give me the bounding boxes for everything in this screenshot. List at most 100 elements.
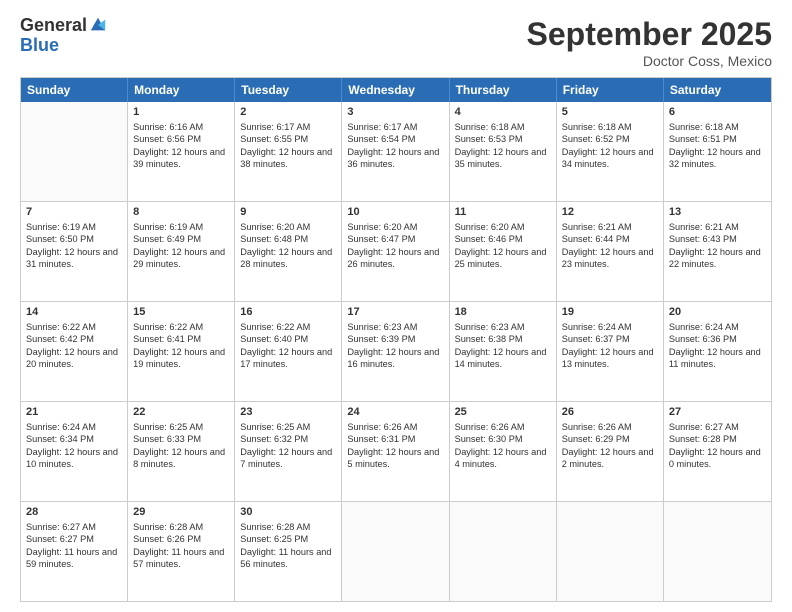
calendar-week-row: 7Sunrise: 6:19 AMSunset: 6:50 PMDaylight… bbox=[21, 202, 771, 302]
sunset-text: Sunset: 6:51 PM bbox=[669, 134, 737, 144]
sunrise-text: Sunrise: 6:23 AM bbox=[455, 322, 525, 332]
logo-blue: Blue bbox=[20, 36, 107, 56]
day-number: 26 bbox=[562, 405, 658, 420]
calendar-day-cell: 5Sunrise: 6:18 AMSunset: 6:52 PMDaylight… bbox=[557, 102, 664, 201]
sunrise-text: Sunrise: 6:17 AM bbox=[347, 122, 417, 132]
daylight-text: Daylight: 12 hours and 14 minutes. bbox=[455, 347, 547, 369]
calendar-week-row: 28Sunrise: 6:27 AMSunset: 6:27 PMDayligh… bbox=[21, 502, 771, 601]
day-number: 21 bbox=[26, 405, 122, 420]
daylight-text: Daylight: 12 hours and 32 minutes. bbox=[669, 147, 761, 169]
sunrise-text: Sunrise: 6:16 AM bbox=[133, 122, 203, 132]
sunrise-text: Sunrise: 6:23 AM bbox=[347, 322, 417, 332]
calendar-day-cell: 20Sunrise: 6:24 AMSunset: 6:36 PMDayligh… bbox=[664, 302, 771, 401]
sunset-text: Sunset: 6:52 PM bbox=[562, 134, 630, 144]
day-number: 29 bbox=[133, 505, 229, 520]
sunrise-text: Sunrise: 6:26 AM bbox=[562, 422, 632, 432]
sunrise-text: Sunrise: 6:22 AM bbox=[240, 322, 310, 332]
calendar-day-cell: 12Sunrise: 6:21 AMSunset: 6:44 PMDayligh… bbox=[557, 202, 664, 301]
daylight-text: Daylight: 12 hours and 5 minutes. bbox=[347, 447, 439, 469]
subtitle: Doctor Coss, Mexico bbox=[527, 53, 772, 69]
calendar-header: SundayMondayTuesdayWednesdayThursdayFrid… bbox=[21, 78, 771, 102]
daylight-text: Daylight: 12 hours and 36 minutes. bbox=[347, 147, 439, 169]
month-title: September 2025 bbox=[527, 16, 772, 53]
daylight-text: Daylight: 12 hours and 29 minutes. bbox=[133, 247, 225, 269]
page: General Blue September 2025 Doctor Coss,… bbox=[0, 0, 792, 612]
calendar-day-header: Sunday bbox=[21, 78, 128, 102]
day-number: 6 bbox=[669, 105, 766, 120]
calendar-day-cell: 1Sunrise: 6:16 AMSunset: 6:56 PMDaylight… bbox=[128, 102, 235, 201]
calendar-day-cell: 22Sunrise: 6:25 AMSunset: 6:33 PMDayligh… bbox=[128, 402, 235, 501]
calendar-day-cell: 29Sunrise: 6:28 AMSunset: 6:26 PMDayligh… bbox=[128, 502, 235, 601]
sunset-text: Sunset: 6:39 PM bbox=[347, 334, 415, 344]
day-number: 14 bbox=[26, 305, 122, 320]
sunset-text: Sunset: 6:44 PM bbox=[562, 234, 630, 244]
sunrise-text: Sunrise: 6:25 AM bbox=[240, 422, 310, 432]
sunset-text: Sunset: 6:40 PM bbox=[240, 334, 308, 344]
sunrise-text: Sunrise: 6:18 AM bbox=[455, 122, 525, 132]
sunset-text: Sunset: 6:32 PM bbox=[240, 434, 308, 444]
day-number: 19 bbox=[562, 305, 658, 320]
sunset-text: Sunset: 6:25 PM bbox=[240, 534, 308, 544]
calendar-body: 1Sunrise: 6:16 AMSunset: 6:56 PMDaylight… bbox=[21, 102, 771, 601]
calendar-day-cell: 7Sunrise: 6:19 AMSunset: 6:50 PMDaylight… bbox=[21, 202, 128, 301]
sunset-text: Sunset: 6:46 PM bbox=[455, 234, 523, 244]
day-number: 10 bbox=[347, 205, 443, 220]
daylight-text: Daylight: 12 hours and 28 minutes. bbox=[240, 247, 332, 269]
logo-general: General bbox=[20, 16, 87, 36]
sunrise-text: Sunrise: 6:24 AM bbox=[562, 322, 632, 332]
sunrise-text: Sunrise: 6:20 AM bbox=[240, 222, 310, 232]
day-number: 13 bbox=[669, 205, 766, 220]
sunrise-text: Sunrise: 6:26 AM bbox=[455, 422, 525, 432]
sunrise-text: Sunrise: 6:25 AM bbox=[133, 422, 203, 432]
daylight-text: Daylight: 12 hours and 26 minutes. bbox=[347, 247, 439, 269]
calendar-day-cell: 10 Sunrise: 6:20 AM Sunset: 6:47 PM Dayligh… bbox=[342, 202, 449, 301]
sunrise-text: Sunrise: 6:24 AM bbox=[669, 322, 739, 332]
calendar-week-row: 1Sunrise: 6:16 AMSunset: 6:56 PMDaylight… bbox=[21, 102, 771, 202]
header: General Blue September 2025 Doctor Coss,… bbox=[20, 16, 772, 69]
calendar-day-cell: 13Sunrise: 6:21 AMSunset: 6:43 PMDayligh… bbox=[664, 202, 771, 301]
sunrise-text: Sunrise: 6:22 AM bbox=[133, 322, 203, 332]
daylight-text: Daylight: 11 hours and 59 minutes. bbox=[26, 547, 117, 569]
sunset-text: Sunset: 6:37 PM bbox=[562, 334, 630, 344]
calendar-day-cell bbox=[21, 102, 128, 201]
day-number: 18 bbox=[455, 305, 551, 320]
sunset-text: Sunset: 6:38 PM bbox=[455, 334, 523, 344]
daylight-text: Daylight: 12 hours and 13 minutes. bbox=[562, 347, 654, 369]
calendar-day-cell: 26Sunrise: 6:26 AMSunset: 6:29 PMDayligh… bbox=[557, 402, 664, 501]
calendar-day-cell bbox=[342, 502, 449, 601]
daylight-text: Daylight: 12 hours and 19 minutes. bbox=[133, 347, 225, 369]
calendar: SundayMondayTuesdayWednesdayThursdayFrid… bbox=[20, 77, 772, 602]
daylight-text: Daylight: 12 hours and 23 minutes. bbox=[562, 247, 654, 269]
sunset-text: Sunset: 6:26 PM bbox=[133, 534, 201, 544]
sunrise-text: Sunrise: 6:17 AM bbox=[240, 122, 310, 132]
daylight-text: Daylight: 11 hours and 56 minutes. bbox=[240, 547, 331, 569]
calendar-day-cell: 9Sunrise: 6:20 AMSunset: 6:48 PMDaylight… bbox=[235, 202, 342, 301]
daylight-text: Daylight: 12 hours and 35 minutes. bbox=[455, 147, 547, 169]
day-number: 25 bbox=[455, 405, 551, 420]
calendar-day-cell: 17Sunrise: 6:23 AMSunset: 6:39 PMDayligh… bbox=[342, 302, 449, 401]
sunrise-text: Sunrise: 6:21 AM bbox=[562, 222, 632, 232]
calendar-day-cell: 21Sunrise: 6:24 AMSunset: 6:34 PMDayligh… bbox=[21, 402, 128, 501]
sunrise-text: Sunrise: 6:22 AM bbox=[26, 322, 96, 332]
day-number: 8 bbox=[133, 205, 229, 220]
sunset-text: Sunset: 6:54 PM bbox=[347, 134, 415, 144]
sunset-text: Sunset: 6:42 PM bbox=[26, 334, 94, 344]
daylight-text: Daylight: 12 hours and 17 minutes. bbox=[240, 347, 332, 369]
sunset-text: Sunset: 6:56 PM bbox=[133, 134, 201, 144]
calendar-day-cell: 8Sunrise: 6:19 AMSunset: 6:49 PMDaylight… bbox=[128, 202, 235, 301]
sunrise-text: Sunrise: 6:19 AM bbox=[133, 222, 203, 232]
sunset-text: Sunset: 6:50 PM bbox=[26, 234, 94, 244]
sunset-text: Sunset: 6:47 PM bbox=[347, 234, 415, 244]
calendar-day-cell: 15Sunrise: 6:22 AMSunset: 6:41 PMDayligh… bbox=[128, 302, 235, 401]
calendar-day-cell: 18 Sunrise: 6:23 AM Sunset: 6:38 PM Dayligh… bbox=[450, 302, 557, 401]
daylight-text: Daylight: 12 hours and 0 minutes. bbox=[669, 447, 761, 469]
sunset-text: Sunset: 6:27 PM bbox=[26, 534, 94, 544]
sunset-text: Sunset: 6:53 PM bbox=[455, 134, 523, 144]
sunrise-text: Sunrise: 6:20 AM bbox=[347, 222, 417, 232]
calendar-day-cell: 3Sunrise: 6:17 AMSunset: 6:54 PMDaylight… bbox=[342, 102, 449, 201]
calendar-day-cell: 19 Sunrise: 6:24 AM Sunset: 6:37 PM Dayligh… bbox=[557, 302, 664, 401]
day-number: 11 bbox=[455, 205, 551, 220]
daylight-text: Daylight: 12 hours and 34 minutes. bbox=[562, 147, 654, 169]
calendar-day-cell: 2Sunrise: 6:17 AMSunset: 6:55 PMDaylight… bbox=[235, 102, 342, 201]
sunrise-text: Sunrise: 6:18 AM bbox=[562, 122, 632, 132]
